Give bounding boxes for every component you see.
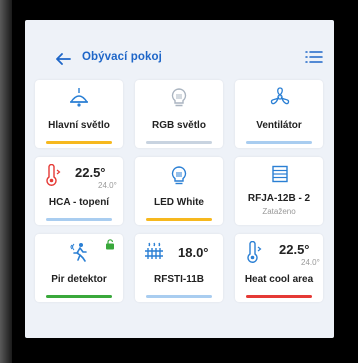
lock-open-icon — [106, 239, 114, 250]
back-arrow-icon[interactable] — [55, 53, 71, 65]
screen: Obývací pokoj Hlavní světlo RGB světlo V… — [25, 20, 334, 338]
blinds-status: Zataženo — [262, 207, 296, 216]
status-bar — [146, 295, 212, 298]
status-bar — [246, 295, 312, 298]
tile-label: Heat cool area — [244, 274, 314, 285]
tile-fan[interactable]: Ventilátor — [235, 80, 323, 148]
status-bar — [146, 141, 212, 144]
tile-main-light[interactable]: Hlavní světlo — [35, 80, 123, 148]
tile-label: Pir detektor — [51, 274, 107, 285]
tile-pir-detector[interactable]: Pir detektor — [35, 234, 123, 302]
radiator-icon — [145, 242, 163, 259]
tile-led-white[interactable]: LED White — [135, 157, 223, 225]
list-menu-icon[interactable] — [305, 50, 323, 64]
status-bar — [246, 141, 312, 144]
tile-label: LED White — [154, 197, 204, 208]
setpoint-value: 24.0° — [301, 258, 320, 267]
bulb-icon — [171, 166, 187, 185]
tile-heat-cool-area[interactable]: 22.5° 24.0° Heat cool area — [235, 234, 323, 302]
tile-rgb-light[interactable]: RGB světlo — [135, 80, 223, 148]
thermometer-icon — [46, 164, 61, 186]
tile-label: RFSTI-11B — [153, 274, 204, 285]
tile-hca-heating[interactable]: 22.5° 24.0° HCA - topení — [35, 157, 123, 225]
status-bar — [46, 141, 112, 144]
status-bar — [46, 218, 112, 221]
setpoint-value: 24.0° — [98, 181, 117, 190]
tile-label: RGB světlo — [152, 120, 206, 131]
page-title: Obývací pokoj — [82, 51, 162, 63]
tile-blinds[interactable]: RFJA-12B - 2 Zataženo — [235, 157, 323, 225]
blinds-icon — [272, 165, 288, 183]
ceiling-lamp-icon — [70, 88, 88, 107]
temperature-value: 18.0° — [178, 245, 209, 260]
tile-rfsti[interactable]: 18.0° RFSTI-11B — [135, 234, 223, 302]
bulb-icon — [171, 88, 187, 107]
temperature-value: 22.5° — [75, 165, 106, 180]
status-bar — [46, 295, 112, 298]
tile-label: HCA - topení — [48, 197, 110, 208]
thermometer-icon — [247, 241, 262, 263]
device-bezel — [0, 0, 12, 363]
tile-label: Hlavní světlo — [48, 120, 110, 131]
motion-icon — [70, 243, 87, 262]
fan-icon — [270, 87, 290, 105]
status-bar — [146, 218, 212, 221]
tile-label: RFJA-12B - 2 — [247, 193, 311, 204]
temperature-value: 22.5° — [279, 242, 310, 257]
tile-label: Ventilátor — [256, 120, 302, 131]
